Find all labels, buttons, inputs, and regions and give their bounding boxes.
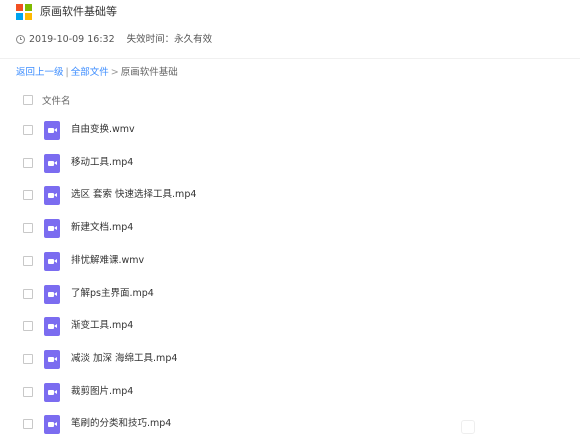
file-name[interactable]: 裁剪图片.mp4 bbox=[71, 385, 133, 399]
video-file-icon bbox=[44, 251, 60, 271]
file-name[interactable]: 移动工具.mp4 bbox=[71, 156, 133, 170]
video-file-icon bbox=[44, 153, 60, 173]
file-checkbox[interactable] bbox=[23, 288, 33, 299]
video-file-icon bbox=[44, 186, 60, 206]
file-checkbox[interactable] bbox=[23, 157, 33, 168]
file-row[interactable]: 移动工具.mp4 bbox=[0, 147, 580, 179]
file-row[interactable]: 裁剪图片.mp4 bbox=[0, 376, 580, 408]
expire-label: 失效时间：永久有效 bbox=[126, 34, 213, 45]
file-name[interactable]: 了解ps主界面.mp4 bbox=[71, 287, 154, 301]
filename-column-header: 文件名 bbox=[42, 96, 71, 107]
file-name[interactable]: 排忧解难课.wmv bbox=[71, 254, 144, 268]
file-checkbox[interactable] bbox=[23, 255, 33, 266]
file-checkbox[interactable] bbox=[23, 190, 33, 201]
video-file-icon bbox=[44, 382, 60, 402]
file-checkbox[interactable] bbox=[23, 419, 33, 430]
share-title: 原画软件基础等 bbox=[40, 5, 117, 18]
file-name[interactable]: 自由变换.wmv bbox=[71, 123, 135, 137]
back-link[interactable]: 返回上一级 bbox=[16, 67, 64, 78]
select-all-checkbox[interactable] bbox=[23, 95, 33, 105]
header-divider bbox=[0, 58, 580, 59]
breadcrumb-separator: | bbox=[65, 67, 69, 78]
file-name[interactable]: 选区 套索 快速选择工具.mp4 bbox=[71, 188, 196, 202]
file-row[interactable]: 渐变工具.mp4 bbox=[0, 310, 580, 342]
breadcrumb-current: 原画软件基础 bbox=[120, 67, 178, 78]
file-checkbox[interactable] bbox=[23, 125, 33, 135]
file-row[interactable]: 笔刷的分类和技巧.mp4 bbox=[0, 408, 580, 440]
file-row[interactable]: 自由变换.wmv bbox=[0, 114, 580, 146]
file-checkbox[interactable] bbox=[23, 353, 33, 364]
file-row[interactable]: 了解ps主界面.mp4 bbox=[0, 278, 580, 310]
file-row[interactable]: 排忧解难课.wmv bbox=[0, 245, 580, 277]
video-file-icon bbox=[44, 415, 60, 435]
file-checkbox[interactable] bbox=[23, 386, 33, 397]
breadcrumb-arrow: > bbox=[110, 67, 119, 78]
file-name[interactable]: 减淡 加深 海绵工具.mp4 bbox=[71, 352, 177, 366]
file-name[interactable]: 新建文档.mp4 bbox=[71, 221, 133, 235]
share-date: 2019-10-09 16:32 bbox=[29, 34, 115, 45]
video-file-icon bbox=[44, 219, 60, 239]
file-checkbox[interactable] bbox=[23, 223, 33, 234]
clock-icon bbox=[16, 35, 25, 44]
file-name[interactable]: 笔刷的分类和技巧.mp4 bbox=[71, 417, 171, 431]
file-list-header: 文件名 bbox=[0, 88, 580, 112]
file-checkbox[interactable] bbox=[23, 321, 33, 332]
floating-action-icon[interactable] bbox=[461, 420, 475, 434]
file-name[interactable]: 渐变工具.mp4 bbox=[71, 319, 133, 333]
all-files-link[interactable]: 全部文件 bbox=[71, 67, 109, 78]
video-file-icon bbox=[44, 317, 60, 337]
file-row[interactable]: 选区 套索 快速选择工具.mp4 bbox=[0, 179, 580, 211]
video-file-icon bbox=[44, 121, 60, 140]
video-file-icon bbox=[44, 284, 60, 304]
app-logo-icon bbox=[16, 4, 32, 20]
file-row[interactable]: 减淡 加深 海绵工具.mp4 bbox=[0, 343, 580, 375]
breadcrumb: 返回上一级 | 全部文件 > 原画软件基础 bbox=[16, 66, 178, 80]
video-file-icon bbox=[44, 349, 60, 369]
file-row[interactable]: 新建文档.mp4 bbox=[0, 212, 580, 244]
share-meta: 2019-10-09 16:32 失效时间：永久有效 bbox=[16, 33, 212, 47]
share-header: 原画软件基础等 2019-10-09 16:32 失效时间：永久有效 bbox=[0, 0, 580, 58]
